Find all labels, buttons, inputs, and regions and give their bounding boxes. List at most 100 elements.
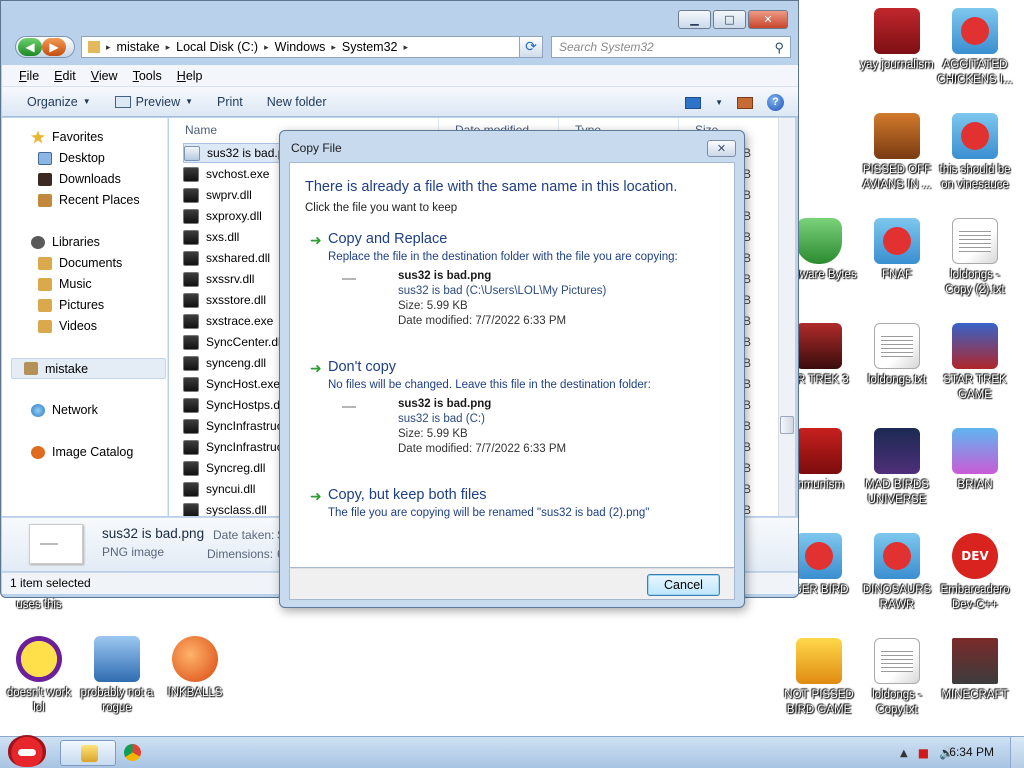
desktop-icon-pissed-off-avians[interactable]: PISSED OFF AVIANS IN ... — [858, 113, 936, 193]
back-arrow-icon[interactable]: ◀ — [18, 38, 42, 56]
slingshot-icon — [952, 428, 998, 474]
window-controls: ▁ □ ✕ — [678, 10, 788, 29]
green-arrow-icon: ➜ — [310, 233, 322, 249]
sidebar-item-network[interactable]: Network — [31, 401, 98, 419]
desktop-icon-not-pissed-bird-game[interactable]: NOT PISSED BIRD GAME — [780, 638, 858, 718]
file-row[interactable]: SyncHostps.dll — [183, 395, 285, 415]
sidebar-item-desktop[interactable]: Desktop — [38, 149, 105, 167]
sidebar-item-label: Desktop — [59, 151, 105, 165]
dll-file-icon — [183, 502, 199, 516]
file-row[interactable]: sysclass.dll — [183, 500, 267, 516]
desktop-icon-fnaf[interactable]: FNAF — [858, 218, 936, 283]
breadcrumb-mistake[interactable]: mistake — [117, 40, 160, 54]
clock[interactable]: 6:34 PM — [949, 745, 994, 759]
address-bar[interactable]: ▸ mistake ▸ Local Disk (C:) ▸ Windows ▸ … — [81, 36, 533, 58]
breadcrumb-local-disk[interactable]: Local Disk (C:) — [176, 40, 258, 54]
file-row[interactable]: sxs.dll — [183, 227, 239, 247]
show-hidden-icons-icon[interactable]: ▲ — [900, 748, 908, 759]
search-input[interactable]: Search System32 ⚲ — [551, 36, 791, 58]
sidebar-item-libraries[interactable]: Libraries — [31, 233, 100, 251]
close-button[interactable]: ✕ — [748, 10, 788, 29]
taskbar-explorer-button[interactable] — [60, 740, 116, 766]
file-name: SyncCenter.dll — [206, 335, 284, 349]
file-row[interactable]: sxssrv.dll — [183, 269, 254, 289]
taskbar-chrome-button[interactable] — [120, 740, 148, 766]
print-button[interactable]: Print — [217, 95, 243, 109]
file-row[interactable]: sxproxy.dll — [183, 206, 262, 226]
change-view-icon[interactable] — [685, 96, 702, 109]
menu-tools[interactable]: Tools — [133, 65, 162, 86]
sidebar-item-downloads[interactable]: Downloads — [38, 170, 121, 188]
file-row[interactable]: SyncHost.exe — [183, 374, 280, 394]
start-button[interactable] — [2, 731, 52, 768]
desktop-icon-dinosaurs-rawr[interactable]: DINOSAURS RAWR — [858, 533, 936, 613]
desktop-icon-uses-this[interactable]: uses this — [0, 598, 78, 613]
angry-birds-icon — [874, 218, 920, 264]
vertical-scrollbar[interactable] — [778, 118, 795, 516]
help-icon[interactable]: ? — [767, 94, 784, 111]
menu-file[interactable]: File — [19, 65, 39, 86]
search-icon[interactable]: ⚲ — [774, 38, 784, 58]
sidebar-item-pictures[interactable]: Pictures — [38, 296, 104, 314]
desktop-icon-inkballs[interactable]: INKBALLS — [156, 636, 234, 701]
sidebar-item-homegroup[interactable]: mistake — [11, 358, 166, 379]
menu-view[interactable]: View — [91, 65, 118, 86]
desktop-icon-aggitated-chickens[interactable]: AGGITATED CHICKENS I... — [936, 8, 1014, 88]
scrollbar-thumb[interactable] — [780, 416, 794, 434]
desktop-icon-doesnt-work[interactable]: doesn't work lol — [0, 636, 78, 716]
sidebar-item-favorites[interactable]: Favorites — [31, 128, 103, 146]
desktop-icon-yay-journalism[interactable]: yay journalism — [858, 8, 936, 73]
desktop-icon-brian[interactable]: BRIAN — [936, 428, 1014, 493]
sidebar-item-documents[interactable]: Documents — [38, 254, 122, 272]
sidebar-item-recent-places[interactable]: Recent Places — [38, 191, 140, 209]
desktop-icon-star-trek-game[interactable]: STAR TREK GAME — [936, 323, 1014, 403]
minecraft-icon — [952, 638, 998, 684]
sidebar-item-image-catalog[interactable]: Image Catalog — [31, 443, 133, 461]
file-row[interactable]: SyncCenter.dll — [183, 332, 283, 352]
desktop-icon-loldongs-copy-2[interactable]: loldongs - Copy (2).txt — [936, 218, 1014, 298]
file-name: syncеng.dll — [206, 356, 267, 370]
file-name: syncui.dll — [206, 482, 256, 496]
chevron-down-icon[interactable]: ▼ — [715, 98, 723, 107]
preview-pane-icon[interactable] — [737, 96, 753, 109]
file-row[interactable]: sxstrace.exe — [183, 311, 273, 331]
file-row[interactable]: swprv.dll — [183, 185, 252, 205]
desktop-icon-loldongs-copy[interactable]: loldongs - Copy.txt — [858, 638, 936, 718]
show-desktop-button[interactable] — [1010, 737, 1024, 768]
text-file-icon — [874, 323, 920, 369]
desktop-icon-minecraft[interactable]: MINECRAFT — [936, 638, 1014, 703]
cancel-button[interactable]: Cancel — [647, 574, 720, 596]
details-file-type: PNG image — [102, 545, 165, 559]
chevron-down-icon: ▼ — [185, 97, 194, 106]
preview-button[interactable]: Preview ▼ — [114, 95, 194, 109]
file-row[interactable]: svchost.exe — [183, 164, 269, 184]
desktop-icon-dev-cpp[interactable]: DEV Embarcadero Dev-C++ — [936, 533, 1014, 613]
menu-help[interactable]: Help — [177, 65, 203, 86]
search-placeholder: Search System32 — [559, 40, 654, 54]
desktop-icon-probably-not-a-rogue[interactable]: probably not a rogue — [78, 636, 156, 716]
breadcrumb-system32[interactable]: System32 — [342, 40, 398, 54]
forward-arrow-icon[interactable]: ▶ — [42, 38, 66, 56]
file-row[interactable]: syncui.dll — [183, 479, 255, 499]
breadcrumb-windows[interactable]: Windows — [275, 40, 326, 54]
file-row[interactable]: syncеng.dll — [183, 353, 266, 373]
sidebar-item-videos[interactable]: Videos — [38, 317, 97, 335]
desktop-icon-vinesauce[interactable]: this should be on vinesauce — [936, 113, 1014, 193]
minimize-button[interactable]: ▁ — [678, 10, 711, 29]
desktop-icon-loldongs[interactable]: loldongs.txt — [858, 323, 936, 388]
desktop-icon-mad-birds-universe[interactable]: MAD BIRDS UNIVERSE — [858, 428, 936, 508]
maximize-button[interactable]: □ — [713, 10, 746, 29]
dialog-close-button[interactable]: ✕ — [707, 140, 736, 157]
file-row[interactable]: sxshared.dll — [183, 248, 270, 268]
organize-button[interactable]: Organize ▼ — [27, 95, 91, 109]
refresh-icon[interactable]: ⟳ — [519, 36, 543, 58]
new-folder-button[interactable]: New folder — [267, 95, 327, 109]
dll-file-icon — [183, 292, 199, 308]
sidebar-item-music[interactable]: Music — [38, 275, 92, 293]
notification-flag-icon[interactable]: ■ — [918, 746, 929, 760]
menu-edit[interactable]: Edit — [54, 65, 76, 86]
file-thumbnail — [29, 524, 83, 564]
print-label: Print — [217, 94, 243, 109]
file-row[interactable]: sxsstore.dll — [183, 290, 266, 310]
file-row[interactable]: Syncreg.dll — [183, 458, 265, 478]
